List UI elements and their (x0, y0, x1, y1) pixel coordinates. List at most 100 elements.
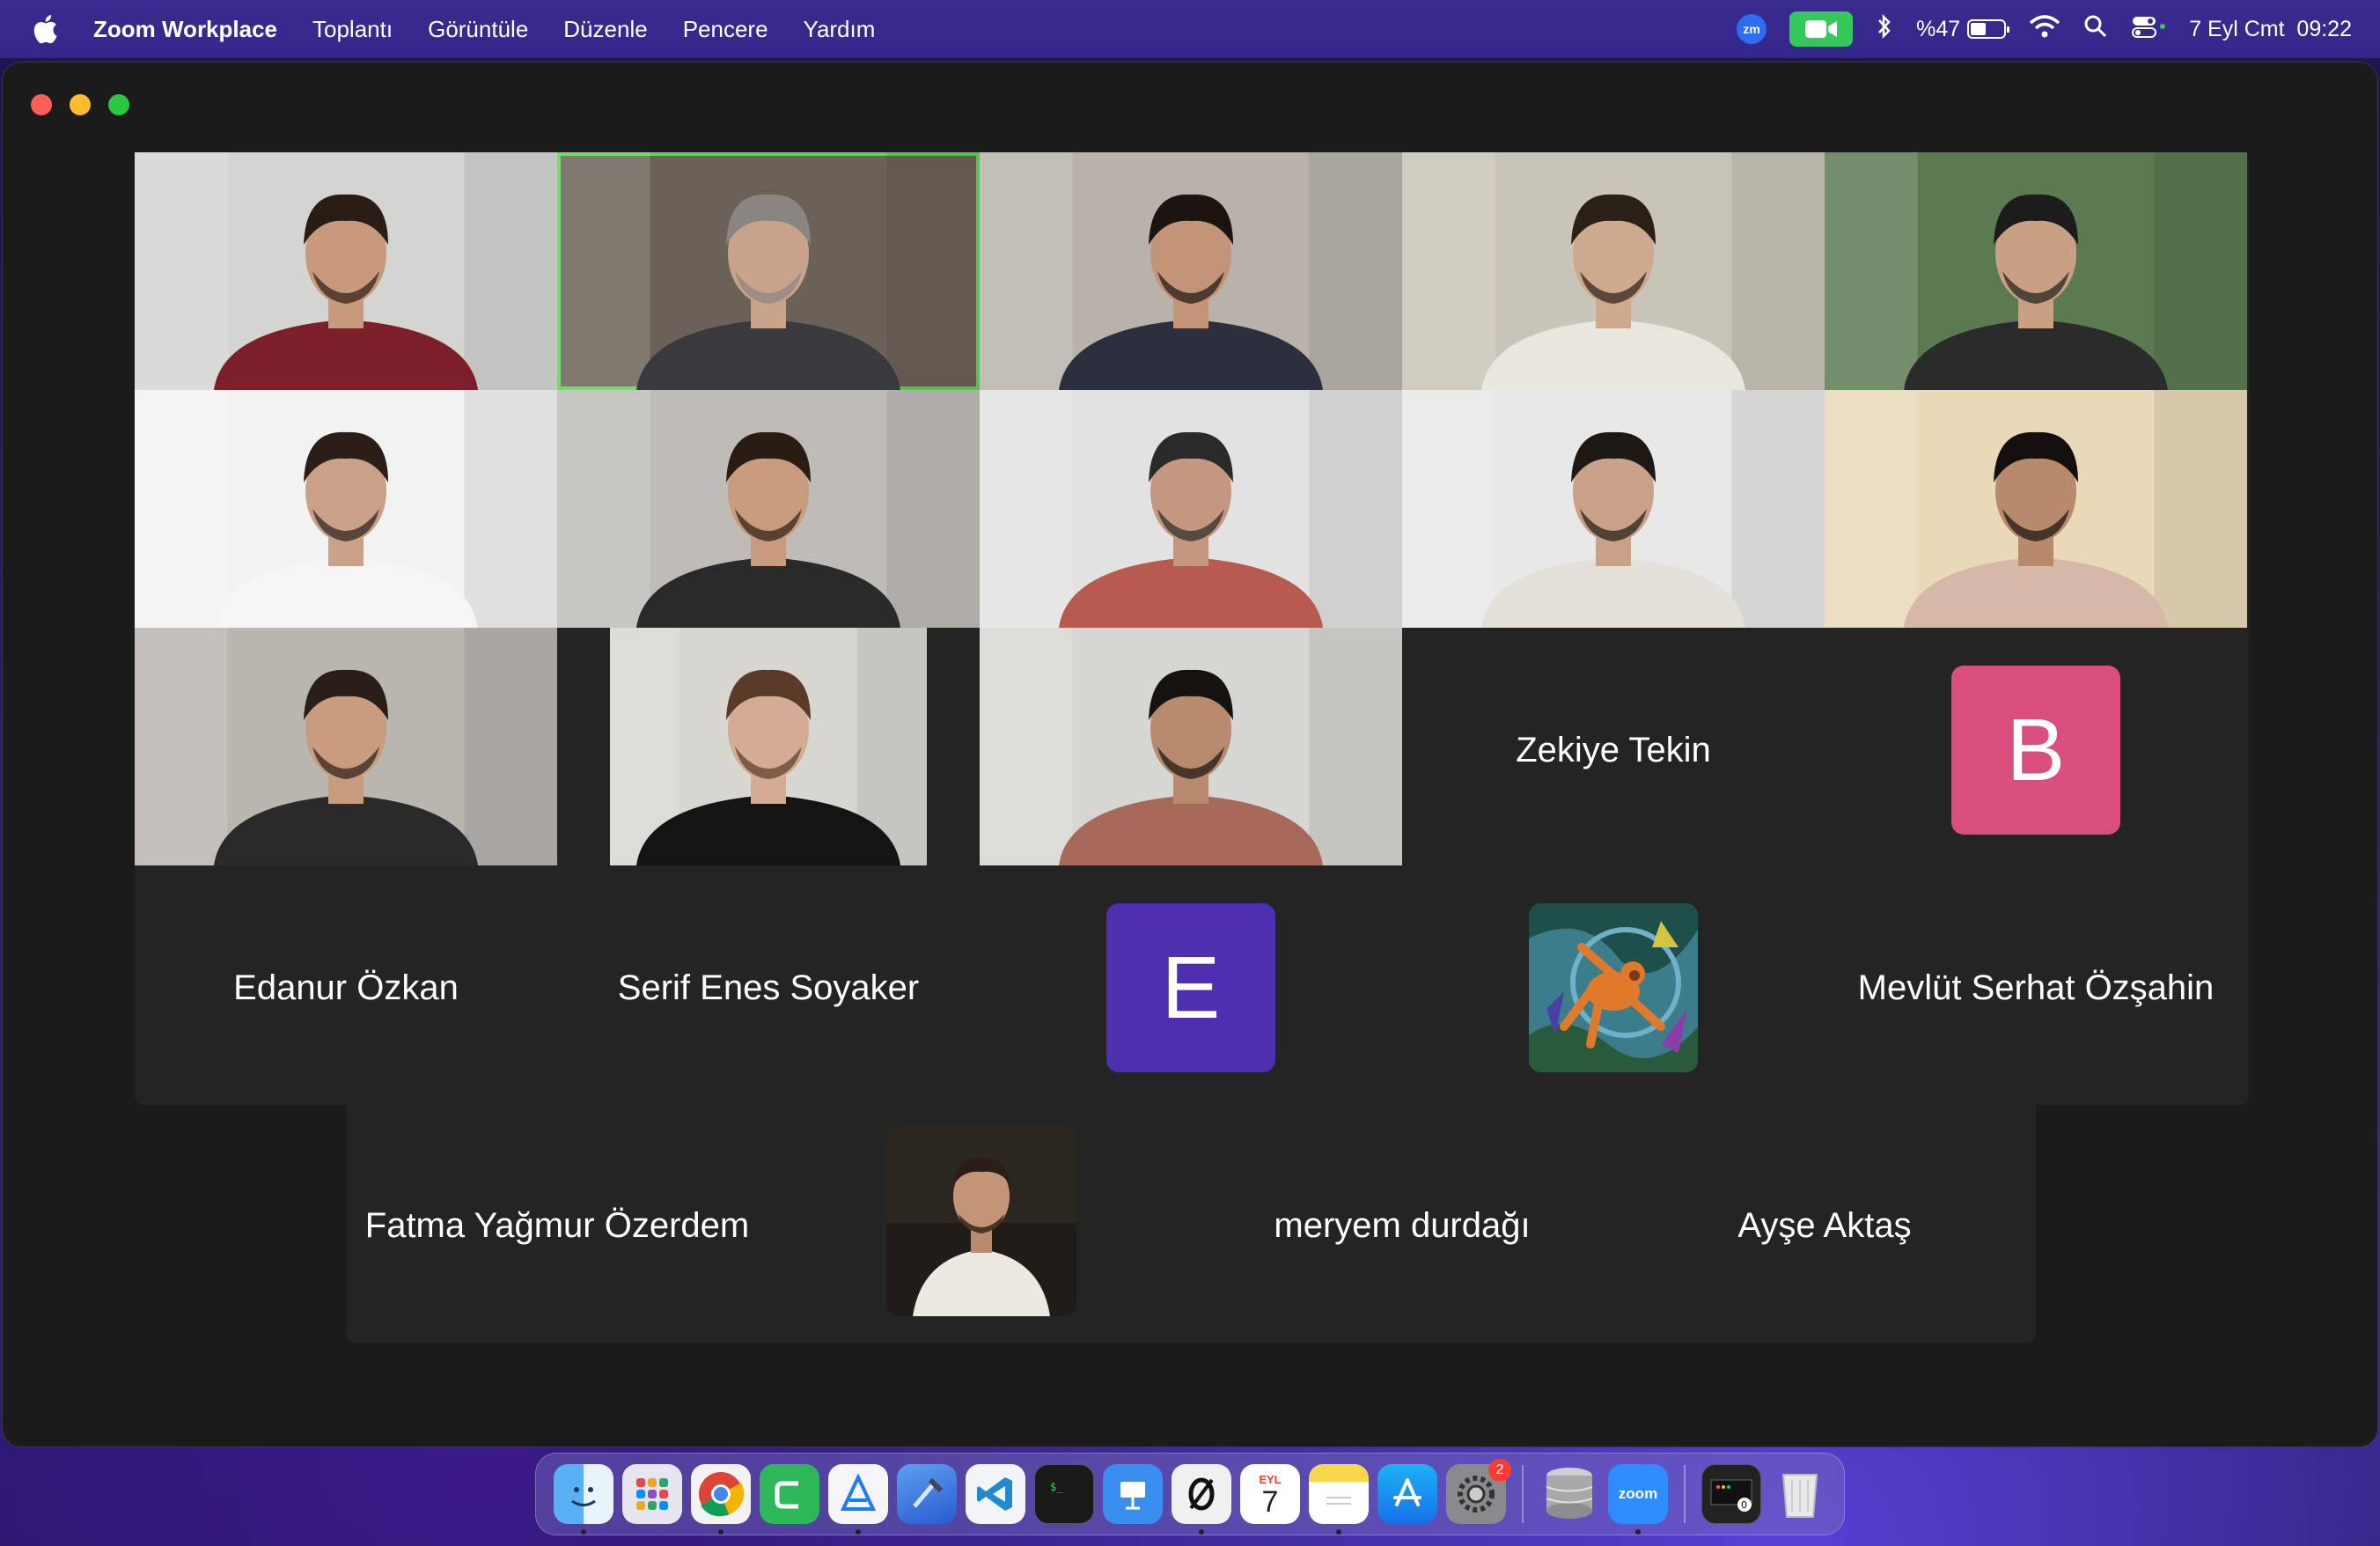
window-controls (31, 94, 129, 115)
zoom-status-icon[interactable]: zm (1737, 14, 1767, 44)
participant-name: Zekiye Tekin (1516, 730, 1711, 769)
menu-app-name[interactable]: Zoom Workplace (93, 16, 277, 43)
zoom-app-label: zoom (1618, 1485, 1658, 1502)
video-tile-participant-1[interactable] (135, 152, 557, 390)
participant-tile-serif-enes-soyaker[interactable]: Serif Enes Soyaker (557, 869, 980, 1107)
apple-menu-icon[interactable] (32, 14, 67, 44)
dock-separator (1522, 1465, 1524, 1523)
participant-tile-b[interactable]: B (1825, 631, 2247, 869)
dock-separator (1684, 1465, 1686, 1523)
chrome-icon[interactable] (691, 1464, 751, 1535)
fullscreen-window-button[interactable] (108, 94, 129, 115)
zoom-icon[interactable]: zoom (1608, 1464, 1668, 1535)
running-indicator (1336, 1529, 1341, 1535)
wifi-icon[interactable] (2029, 14, 2060, 45)
calendar-month: EYL (1259, 1472, 1282, 1486)
clipboard-icon[interactable] (760, 1464, 819, 1524)
running-indicator (718, 1529, 724, 1535)
keynote-icon[interactable] (1103, 1464, 1163, 1524)
search-icon[interactable] (2083, 14, 2108, 45)
video-tile-participant-4[interactable] (1402, 152, 1825, 390)
finder-icon[interactable] (554, 1464, 613, 1535)
notes-icon[interactable] (1309, 1464, 1369, 1535)
participant-video (135, 628, 557, 865)
instruments-icon[interactable] (897, 1464, 957, 1524)
participant-tile-edanur-ozkan[interactable]: Edanur Özkan (135, 869, 557, 1107)
participant-video (1825, 390, 2247, 628)
avatar-initial-e: E (1106, 903, 1275, 1072)
video-tile-participant-5[interactable] (1825, 152, 2247, 390)
calendar-day: 7 (1261, 1484, 1279, 1519)
minimize-window-button[interactable] (70, 94, 91, 115)
video-tile-participant-8[interactable] (980, 390, 1402, 628)
menu-bar: Zoom Workplace Toplantı Görüntüle Düzenl… (0, 0, 2380, 58)
participant-tile-illustration[interactable] (1402, 869, 1825, 1107)
control-center-icon[interactable] (2131, 14, 2166, 45)
camera-in-use-icon[interactable] (1789, 11, 1854, 47)
video-tile-participant-9[interactable] (1402, 390, 1825, 628)
participant-name: meryem durdağı (1274, 1205, 1531, 1245)
participant-tile-photo-avatar[interactable] (768, 1107, 1191, 1344)
running-indicator (1635, 1529, 1641, 1535)
participant-video (557, 390, 980, 628)
calendar-icon[interactable]: EYL 7 (1240, 1464, 1300, 1524)
video-tile-participant-12[interactable] (610, 628, 927, 865)
profile-illustration-avatar (1529, 903, 1698, 1072)
participant-video (980, 390, 1402, 628)
participant-tile-fatma-yagmur-ozerdem[interactable]: Fatma Yağmur Özerdem (346, 1107, 768, 1344)
video-tile-participant-3[interactable] (980, 152, 1402, 390)
battery-percent: %47 (1916, 16, 1961, 41)
database-icon[interactable] (1539, 1464, 1599, 1524)
notification-badge: 2 (1488, 1459, 1511, 1482)
participant-video (980, 628, 1402, 865)
video-tile-participant-10[interactable] (1825, 390, 2247, 628)
participant-tile-mevlut-serhat-ozsahin[interactable]: Mevlüt Serhat Özşahin (1825, 869, 2247, 1107)
vscode-icon[interactable] (966, 1464, 1025, 1524)
participant-video (1402, 390, 1825, 628)
battery-status[interactable]: %47 (1916, 16, 2010, 42)
appstore-icon[interactable] (1377, 1464, 1437, 1524)
app-zero-icon[interactable] (1172, 1464, 1231, 1535)
xcode-icon[interactable] (828, 1464, 888, 1535)
activity-icon[interactable]: 0 (1701, 1464, 1761, 1524)
participant-video (610, 628, 927, 865)
battery-icon (1967, 19, 2010, 39)
participant-tile-zekiye-tekin[interactable]: Zekiye Tekin (1402, 631, 1825, 869)
participant-tile-meryem-durdagi[interactable]: meryem durdağı (1191, 1107, 1613, 1344)
trash-icon[interactable] (1770, 1464, 1830, 1524)
running-indicator (856, 1529, 861, 1535)
video-tile-participant-7[interactable] (557, 390, 980, 628)
menu-duzenle[interactable]: Düzenle (563, 16, 647, 43)
participant-name: Fatma Yağmur Özerdem (364, 1205, 750, 1245)
participant-tile-e[interactable]: E (980, 869, 1402, 1107)
participant-video (135, 152, 557, 390)
battery-fill (1971, 23, 1987, 35)
participant-name: Serif Enes Soyaker (617, 968, 920, 1007)
launchpad-icon[interactable] (622, 1464, 682, 1524)
menu-pencere[interactable]: Pencere (683, 16, 768, 43)
menu-yardim[interactable]: Yardım (804, 16, 876, 43)
close-window-button[interactable] (31, 94, 52, 115)
settings-icon[interactable]: 2 (1446, 1459, 1511, 1524)
terminal-icon[interactable]: $_ (1034, 1464, 1094, 1524)
participant-video (135, 390, 557, 628)
participant-name: Mevlüt Serhat Özşahin (1857, 968, 2215, 1007)
video-tile-participant-13[interactable] (980, 628, 1402, 865)
menu-clock[interactable]: 7 Eyl Cmt 09:22 (2189, 17, 2352, 42)
video-tile-participant-2[interactable] (557, 152, 980, 390)
menu-toplanti[interactable]: Toplantı (312, 16, 393, 43)
participant-video (557, 152, 980, 390)
svg-text:0: 0 (1741, 1499, 1747, 1511)
bluetooth-icon[interactable] (1876, 13, 1893, 46)
dock: $_ EYL 7 2 zoom 0 (535, 1453, 1845, 1535)
participant-tile-ayse-aktas[interactable]: Ayşe Aktaş (1613, 1107, 2036, 1344)
running-indicator (1199, 1529, 1204, 1535)
participant-video (980, 152, 1402, 390)
video-tile-participant-6[interactable] (135, 390, 557, 628)
participant-name: Edanur Özkan (233, 968, 459, 1007)
profile-photo-avatar (886, 1126, 1076, 1316)
menu-goruntule[interactable]: Görüntüle (428, 16, 528, 43)
video-tile-participant-11[interactable] (135, 628, 557, 865)
zoom-meeting-window: Zekiye Tekin B Edanur Özkan Serif Enes S… (2, 62, 2378, 1447)
participant-name: Ayşe Aktaş (1737, 1205, 1912, 1245)
